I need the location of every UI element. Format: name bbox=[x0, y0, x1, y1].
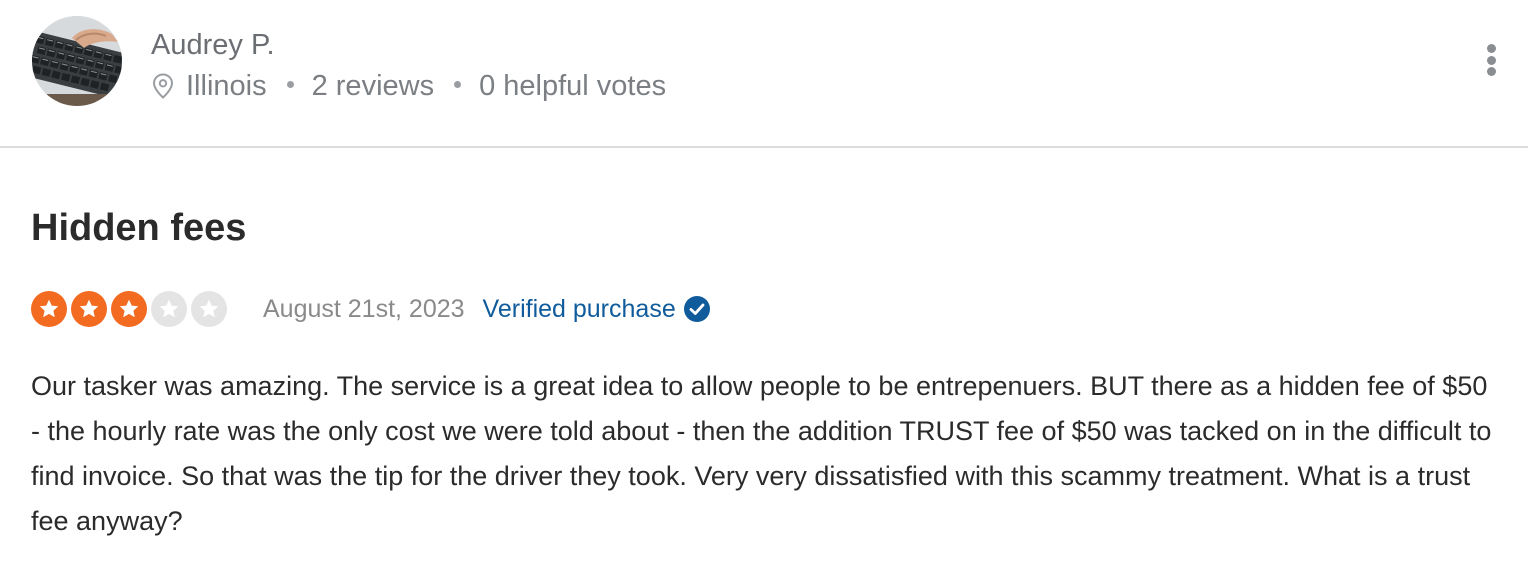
star-rating bbox=[31, 291, 237, 327]
map-pin-icon bbox=[152, 73, 174, 99]
reviewer-meta: Illinois 2 reviews 0 helpful votes bbox=[152, 68, 666, 104]
star-filled-icon bbox=[31, 291, 67, 327]
verified-label: Verified purchase bbox=[482, 294, 676, 323]
divider bbox=[0, 146, 1528, 148]
review-body: Our tasker was amazing. The service is a… bbox=[31, 371, 1492, 536]
reviewer-header: Audrey P. Illinois 2 reviews 0 helpful v… bbox=[0, 0, 1528, 146]
check-circle-icon bbox=[683, 296, 710, 322]
verified-purchase-badge[interactable]: Verified purchase bbox=[483, 295, 711, 324]
review-title: Hidden fees bbox=[31, 207, 247, 249]
more-vertical-icon bbox=[1486, 44, 1496, 53]
star-filled-icon bbox=[111, 291, 147, 327]
star-empty-icon bbox=[151, 291, 187, 327]
keyboard-photo-icon bbox=[32, 16, 122, 106]
separator-dot bbox=[286, 80, 294, 88]
rating-row: August 21st, 2023 Verified purchase bbox=[31, 289, 711, 329]
reviewer-name[interactable]: Audrey P. bbox=[151, 27, 275, 63]
star-filled-icon bbox=[71, 291, 107, 327]
reviewer-location: Illinois bbox=[186, 69, 267, 102]
separator-dot bbox=[454, 80, 462, 88]
helpful-votes: 0 helpful votes bbox=[479, 69, 667, 102]
review-date: August 21st, 2023 bbox=[263, 294, 465, 323]
more-options-button[interactable] bbox=[1478, 44, 1504, 76]
reviews-count: 2 reviews bbox=[311, 69, 435, 102]
avatar[interactable] bbox=[32, 16, 122, 106]
star-empty-icon bbox=[191, 291, 227, 327]
